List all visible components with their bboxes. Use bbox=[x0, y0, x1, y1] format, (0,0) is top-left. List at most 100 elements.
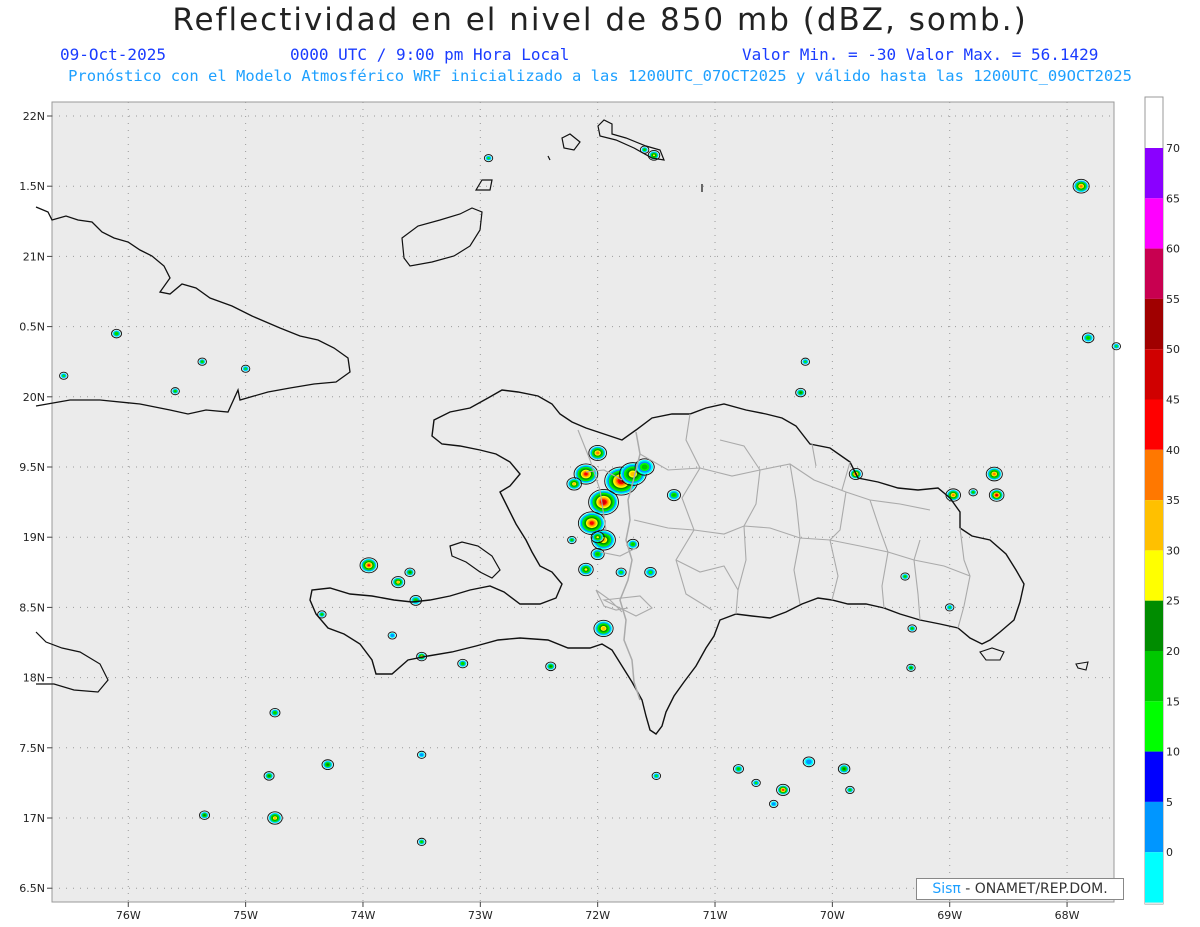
cell-ring bbox=[420, 840, 423, 843]
colorbar-swatch bbox=[1145, 651, 1163, 702]
colorbar-swatch bbox=[1145, 600, 1163, 651]
reflectivity-cell bbox=[988, 488, 1005, 502]
lat-label: 0.5N bbox=[19, 321, 45, 334]
reflectivity-cell bbox=[199, 810, 211, 820]
reflectivity-cell bbox=[802, 756, 816, 768]
colorbar-label: 20 bbox=[1166, 645, 1180, 658]
cell-ring bbox=[754, 781, 758, 785]
reflectivity-cell bbox=[409, 595, 423, 606]
reflectivity-cell bbox=[906, 663, 916, 672]
cell-ring bbox=[596, 536, 599, 539]
lat-label: 1.5N bbox=[19, 180, 45, 193]
reflectivity-cell bbox=[837, 763, 851, 775]
reflectivity-cell bbox=[651, 771, 662, 780]
reflectivity-cell bbox=[1072, 178, 1090, 194]
colorbar-label: 15 bbox=[1166, 695, 1180, 708]
lat-label: 9.5N bbox=[19, 461, 45, 474]
colorbar-label: 40 bbox=[1166, 444, 1180, 457]
cell-ring bbox=[584, 568, 588, 571]
lat-label: 18N bbox=[23, 672, 45, 685]
cell-ring bbox=[737, 767, 740, 770]
cell-ring bbox=[948, 606, 952, 609]
cell-ring bbox=[1086, 336, 1090, 340]
cell-ring bbox=[952, 494, 955, 497]
reflectivity-cell bbox=[985, 466, 1003, 482]
colorbar-swatch bbox=[1145, 399, 1163, 450]
cell-ring bbox=[584, 472, 588, 476]
cell-ring bbox=[397, 581, 400, 584]
cell-ring bbox=[203, 814, 206, 817]
colorbar-swatch bbox=[1145, 801, 1163, 853]
reflectivity-cell bbox=[391, 576, 406, 589]
cell-ring bbox=[367, 564, 371, 567]
reflectivity-cell bbox=[545, 661, 557, 672]
colorbar-swatch bbox=[1145, 852, 1163, 903]
reflectivity-cell bbox=[588, 445, 607, 461]
reflectivity-cell bbox=[733, 764, 744, 774]
reflectivity-cell bbox=[240, 364, 251, 373]
colorbar-swatch bbox=[1145, 449, 1163, 501]
lon-label: 75W bbox=[233, 909, 258, 922]
cell-ring bbox=[268, 774, 271, 777]
colorbar-label: 0 bbox=[1166, 846, 1173, 859]
cell-ring bbox=[115, 332, 118, 335]
reflectivity-cell bbox=[577, 511, 606, 536]
reflectivity-cell bbox=[907, 624, 917, 633]
lon-label: 76W bbox=[116, 909, 141, 922]
colorbar-swatch bbox=[1145, 751, 1163, 802]
cell-ring bbox=[631, 542, 635, 546]
cell-ring bbox=[972, 491, 975, 494]
cell-ring bbox=[672, 493, 676, 497]
cell-ring bbox=[390, 633, 395, 638]
colorbar-swatch bbox=[1145, 148, 1163, 199]
reflectivity-cell bbox=[263, 771, 275, 781]
cell-ring bbox=[654, 774, 658, 778]
reflectivity-cell bbox=[666, 489, 681, 502]
cell-ring bbox=[804, 360, 807, 363]
colorbar-label: 65 bbox=[1166, 192, 1180, 205]
cell-ring bbox=[201, 360, 204, 363]
lat-label: 22N bbox=[23, 110, 45, 123]
cell-ring bbox=[244, 367, 247, 370]
colorbar-label: 10 bbox=[1166, 746, 1180, 759]
cell-ring bbox=[643, 148, 646, 151]
colorbar-label: 5 bbox=[1166, 796, 1173, 809]
colorbar-label: 35 bbox=[1166, 494, 1180, 507]
lon-label: 74W bbox=[351, 909, 376, 922]
cell-ring bbox=[461, 662, 465, 665]
reflectivity-cell bbox=[1081, 332, 1095, 344]
colorbar-label: 30 bbox=[1166, 544, 1180, 557]
colorbar-label: 25 bbox=[1166, 595, 1180, 608]
cell-ring bbox=[549, 665, 552, 668]
cell-ring bbox=[641, 464, 648, 470]
reflectivity-cell bbox=[170, 387, 180, 396]
cell-ring bbox=[572, 482, 576, 485]
cell-ring bbox=[904, 575, 907, 578]
cell-ring bbox=[995, 494, 998, 496]
cell-ring bbox=[487, 156, 490, 160]
cell-ring bbox=[419, 753, 424, 757]
reflectivity-cell bbox=[615, 567, 627, 578]
colorbar-label: 60 bbox=[1166, 243, 1180, 256]
cell-ring bbox=[273, 816, 277, 820]
colorbar-label: 55 bbox=[1166, 293, 1180, 306]
reflectivity-cell bbox=[457, 658, 469, 669]
lon-label: 68W bbox=[1055, 909, 1080, 922]
reflectivity-cell bbox=[776, 783, 791, 796]
credit-box: Sisπ - ONAMET/REP.DOM. bbox=[916, 878, 1124, 900]
cell-ring bbox=[62, 374, 66, 377]
cell-ring bbox=[273, 711, 277, 714]
reflectivity-cell bbox=[945, 488, 961, 502]
colorbar-swatch bbox=[1145, 550, 1163, 601]
lat-label: 21N bbox=[23, 250, 45, 263]
lat-label: 19N bbox=[23, 531, 45, 544]
cell-ring bbox=[771, 802, 776, 806]
lat-label: 6.5N bbox=[19, 882, 45, 895]
reflectivity-cell bbox=[593, 619, 614, 638]
colorbar-swatch bbox=[1145, 298, 1163, 350]
colorbar-swatch bbox=[1145, 349, 1163, 400]
lat-label: 7.5N bbox=[19, 742, 45, 755]
colorbar-swatch bbox=[1145, 701, 1163, 752]
reflectivity-cell bbox=[578, 562, 594, 577]
lat-label: 17N bbox=[23, 812, 45, 825]
